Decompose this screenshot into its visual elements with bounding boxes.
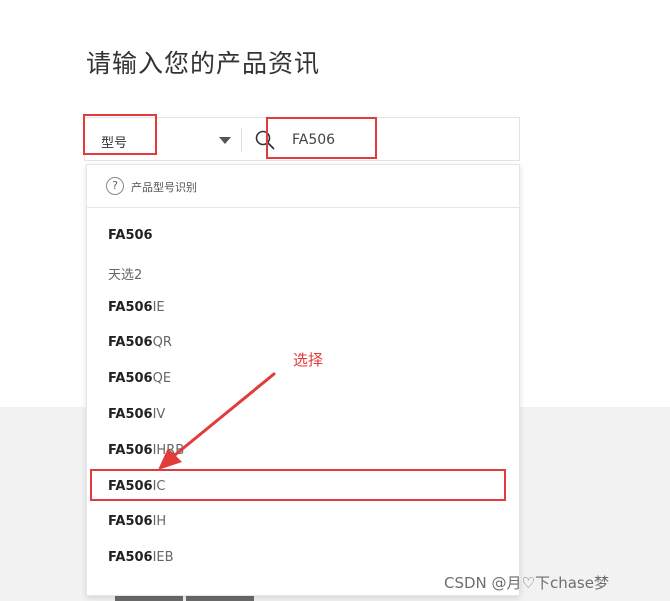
suggestion-rest: QE	[152, 371, 172, 387]
suggestion-item-label: 天选2	[108, 264, 142, 283]
suggestion-match: FA506	[108, 371, 153, 387]
suggestion-item-label: FA506IH	[108, 514, 166, 529]
help-circle-icon: ?	[106, 177, 124, 195]
suggestion-rest: 天选2	[108, 267, 143, 283]
suggestion-rest: QR	[152, 335, 172, 351]
suggestion-dropdown: ? 产品型号识别 FA506 天选2 FA506IE FA506QR FA506QE FA…	[86, 164, 520, 596]
suggestion-match: FA506	[108, 550, 153, 566]
suggestion-match: FA506	[108, 228, 153, 243]
suggestion-rest: IE	[152, 299, 165, 315]
suggestion-rest: IEB	[152, 550, 174, 566]
search-input[interactable]	[292, 130, 492, 150]
suggestion-item[interactable]: FA506IH	[87, 504, 519, 540]
bottom-button-left[interactable]	[115, 596, 183, 601]
suggestion-item[interactable]: FA506	[87, 218, 519, 254]
suggestion-item-label: FA506IC	[108, 479, 166, 494]
suggestion-item-label: FA506IEB	[108, 550, 174, 565]
suggestion-item-label: FA506QE	[108, 371, 171, 386]
suggestion-match: FA506	[108, 406, 153, 422]
annotation-label: 选择	[293, 351, 324, 369]
suggestion-item[interactable]: FA506IV	[87, 397, 519, 433]
type-select[interactable]: 型号	[85, 118, 241, 160]
suggestion-rest: IV	[152, 406, 166, 422]
suggestion-match: FA506	[108, 299, 153, 315]
suggestion-list: FA506 天选2 FA506IE FA506QR FA506QE FA506IV FA50…	[87, 218, 519, 576]
search-icon[interactable]	[255, 130, 275, 150]
suggestion-item-label: FA506IHRB	[108, 443, 184, 458]
suggestion-item-label: FA506QR	[108, 335, 172, 350]
help-text: 产品型号识别	[131, 181, 197, 194]
suggestion-item-label: FA506IV	[108, 407, 165, 422]
suggestion-item-label: FA506IE	[108, 300, 165, 315]
type-select-label: 型号	[101, 136, 128, 151]
divider	[241, 128, 242, 152]
suggestion-item[interactable]: FA506IEB	[87, 540, 519, 576]
suggestion-rest: IH	[152, 514, 167, 530]
suggestion-match: FA506	[108, 514, 153, 530]
suggestion-match: FA506	[108, 478, 153, 494]
model-identify-link[interactable]: ? 产品型号识别	[87, 165, 519, 208]
suggestion-match: FA506	[108, 335, 153, 351]
page-title: 请输入您的产品资讯	[86, 49, 321, 78]
suggestion-rest: IC	[152, 478, 166, 494]
suggestion-item[interactable]: 天选2	[87, 254, 519, 290]
product-search-bar: 型号	[84, 117, 520, 161]
suggestion-item[interactable]: FA506IE	[87, 290, 519, 326]
suggestion-item-label: FA506	[108, 228, 153, 243]
bottom-button-right[interactable]	[186, 596, 254, 601]
suggestion-item[interactable]: FA506IHRB	[87, 433, 519, 469]
watermark: CSDN @月♡下chase梦	[444, 574, 609, 592]
suggestion-rest: IHRB	[152, 442, 185, 458]
caret-down-icon	[219, 137, 231, 144]
suggestion-item[interactable]: FA506IC	[87, 469, 519, 505]
suggestion-match: FA506	[108, 442, 153, 458]
